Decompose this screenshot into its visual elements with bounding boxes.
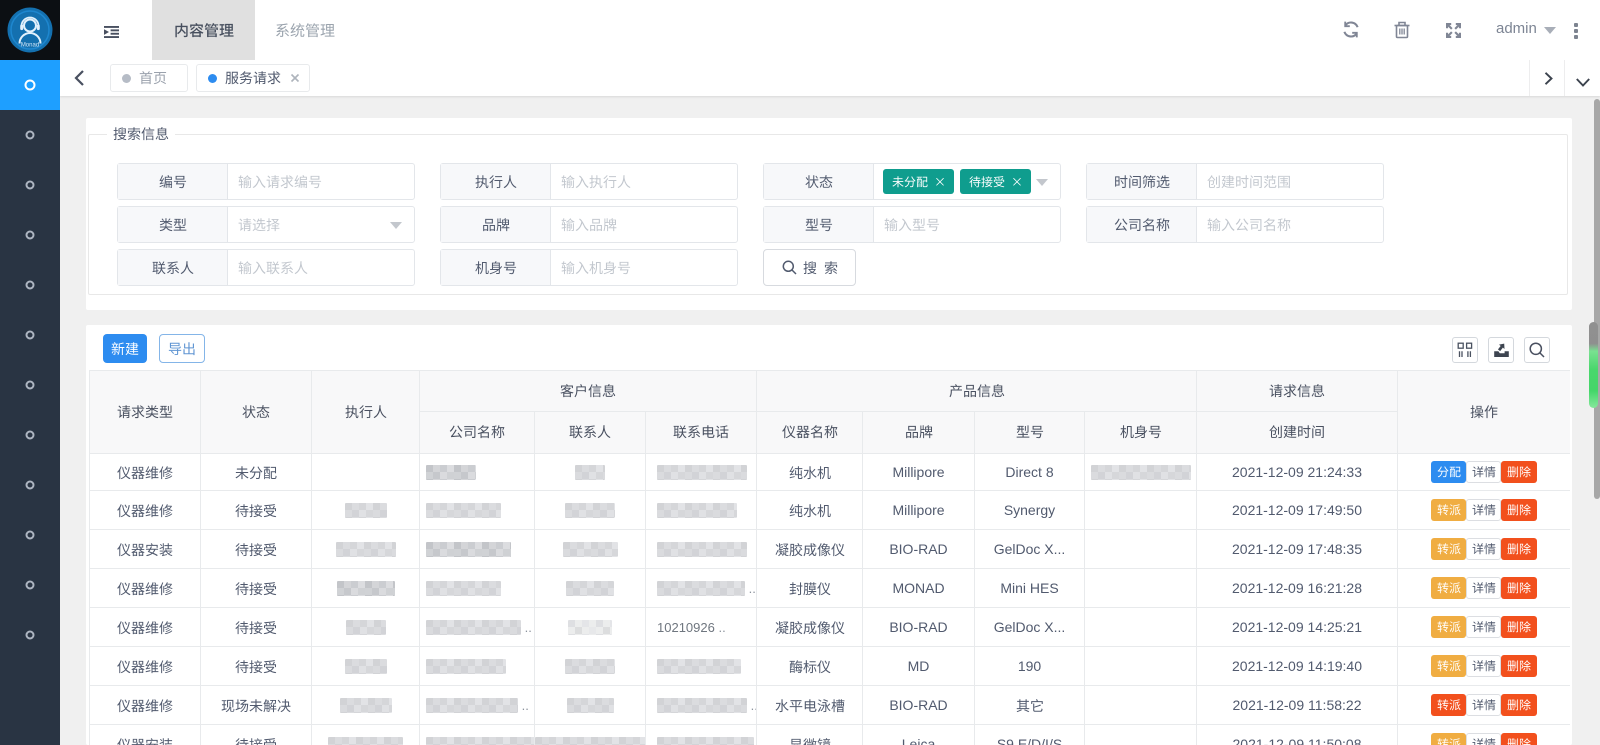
svg-text:Monad: Monad [21, 43, 39, 49]
